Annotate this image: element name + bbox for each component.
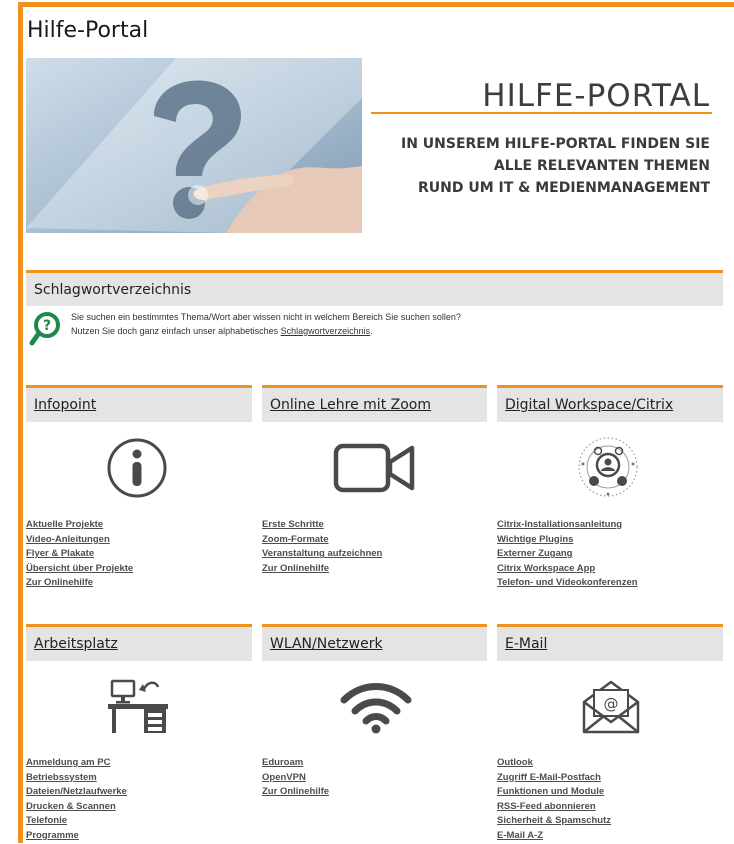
- page-title: Hilfe-Portal: [27, 18, 149, 43]
- email-envelope-icon[interactable]: @: [580, 676, 642, 736]
- svg-text:@: @: [604, 695, 619, 713]
- banner-tagline: IN UNSEREM HILFE-PORTAL FINDEN SIE ALLE …: [401, 133, 710, 199]
- link-veranstaltung-aufzeichnen[interactable]: Veranstaltung aufzeichnen: [262, 547, 382, 562]
- desk-computer-icon[interactable]: [106, 677, 170, 735]
- link-externer-zugang[interactable]: Externer Zugang: [497, 547, 638, 562]
- section-arbeitsplatz-header: Arbeitsplatz: [26, 624, 252, 661]
- section-citrix-header: Digital Workspace/Citrix: [497, 385, 723, 422]
- section-email-header: E-Mail: [497, 624, 723, 661]
- schlagwort-link[interactable]: Schlagwortverzeichnis: [281, 326, 371, 336]
- schlagwort-hint: Sie suchen ein bestimmtes Thema/Wort abe…: [71, 310, 461, 338]
- link-telefonie[interactable]: Telefonie: [26, 814, 127, 829]
- link-email-a-z[interactable]: E-Mail A-Z: [497, 829, 611, 844]
- section-email-links: Outlook Zugriff E-Mail-Postfach Funktion…: [497, 756, 611, 844]
- banner-line-1: IN UNSEREM HILFE-PORTAL FINDEN SIE: [401, 136, 710, 152]
- link-programme[interactable]: Programme: [26, 829, 127, 844]
- section-infopoint-links: Aktuelle Projekte Video-Anleitungen Flye…: [26, 518, 133, 591]
- banner-line-3: RUND UM IT & MEDIENMANAGEMENT: [418, 180, 710, 196]
- section-infopoint-title[interactable]: Infopoint: [34, 397, 96, 413]
- hint-line-1: Sie suchen ein bestimmtes Thema/Wort abe…: [71, 312, 461, 322]
- link-citrix-installationsanleitung[interactable]: Citrix-Installationsanleitung: [497, 518, 638, 533]
- svg-text:?: ?: [43, 318, 51, 334]
- link-outlook[interactable]: Outlook: [497, 756, 611, 771]
- hint-line-2: Nutzen Sie doch ganz einfach unser alpha…: [71, 326, 373, 336]
- magnifier-question-icon: ?: [29, 311, 61, 347]
- link-zur-onlinehilfe[interactable]: Zur Onlinehilfe: [262, 562, 382, 577]
- section-email-title[interactable]: E-Mail: [505, 636, 547, 652]
- link-drucken-scannen[interactable]: Drucken & Scannen: [26, 800, 127, 815]
- info-icon[interactable]: [105, 436, 169, 500]
- banner-divider: [371, 112, 712, 114]
- section-zoom-header: Online Lehre mit Zoom: [262, 385, 487, 422]
- link-flyer-plakate[interactable]: Flyer & Plakate: [26, 547, 133, 562]
- banner-image: [26, 58, 362, 233]
- link-openvpn[interactable]: OpenVPN: [262, 771, 329, 786]
- wifi-icon[interactable]: [340, 680, 412, 734]
- link-erste-schritte[interactable]: Erste Schritte: [262, 518, 382, 533]
- link-betriebssystem[interactable]: Betriebssystem: [26, 771, 127, 786]
- link-telefon-videokonferenzen[interactable]: Telefon- und Videokonferenzen: [497, 576, 638, 591]
- section-wlan-links: Eduroam OpenVPN Zur Onlinehilfe: [262, 756, 329, 800]
- schlagwort-title: Schlagwortverzeichnis: [34, 282, 192, 298]
- section-arbeitsplatz-links: Anmeldung am PC Betriebssystem Dateien/N…: [26, 756, 127, 844]
- link-sicherheit-spamschutz[interactable]: Sicherheit & Spamschutz: [497, 814, 611, 829]
- link-uebersicht-projekte[interactable]: Übersicht über Projekte: [26, 562, 133, 577]
- section-wlan-header: WLAN/Netzwerk: [262, 624, 487, 661]
- link-aktuelle-projekte[interactable]: Aktuelle Projekte: [26, 518, 133, 533]
- link-wichtige-plugins[interactable]: Wichtige Plugins: [497, 533, 638, 548]
- section-wlan-title[interactable]: WLAN/Netzwerk: [270, 636, 383, 652]
- section-citrix-title[interactable]: Digital Workspace/Citrix: [505, 397, 673, 413]
- link-zur-onlinehilfe[interactable]: Zur Onlinehilfe: [26, 576, 133, 591]
- link-anmeldung-am-pc[interactable]: Anmeldung am PC: [26, 756, 127, 771]
- section-arbeitsplatz-title[interactable]: Arbeitsplatz: [34, 636, 118, 652]
- section-zoom-links: Erste Schritte Zoom-Formate Veranstaltun…: [262, 518, 382, 576]
- video-camera-icon[interactable]: [332, 440, 416, 496]
- link-video-anleitungen[interactable]: Video-Anleitungen: [26, 533, 133, 548]
- section-infopoint-header: Infopoint: [26, 385, 252, 422]
- banner-heading: HILFE-PORTAL: [482, 78, 710, 114]
- schlagwort-header: Schlagwortverzeichnis: [26, 270, 723, 306]
- link-rss-feed[interactable]: RSS-Feed abonnieren: [497, 800, 611, 815]
- banner-line-2: ALLE RELEVANTEN THEMEN: [493, 158, 710, 174]
- link-zur-onlinehilfe[interactable]: Zur Onlinehilfe: [262, 785, 329, 800]
- link-citrix-workspace-app[interactable]: Citrix Workspace App: [497, 562, 638, 577]
- section-zoom-title[interactable]: Online Lehre mit Zoom: [270, 397, 431, 413]
- link-zoom-formate[interactable]: Zoom-Formate: [262, 533, 382, 548]
- link-dateien-netzlaufwerke[interactable]: Dateien/Netzlaufwerke: [26, 785, 127, 800]
- section-citrix-links: Citrix-Installationsanleitung Wichtige P…: [497, 518, 638, 591]
- link-zugriff-postfach[interactable]: Zugriff E-Mail-Postfach: [497, 771, 611, 786]
- link-eduroam[interactable]: Eduroam: [262, 756, 329, 771]
- network-user-icon[interactable]: [575, 434, 641, 500]
- link-funktionen-module[interactable]: Funktionen und Module: [497, 785, 611, 800]
